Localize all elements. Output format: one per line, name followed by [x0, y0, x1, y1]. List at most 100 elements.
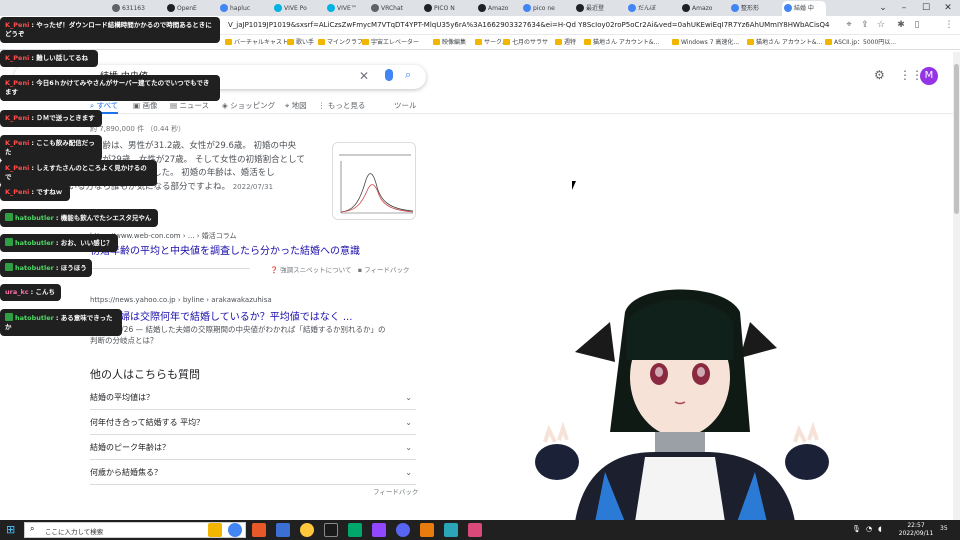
verified-check-icon: [5, 238, 13, 246]
bookmark-item[interactable]: バーチャルキャスト: [225, 37, 288, 48]
bookmark-label: 宇宙エレベーター: [371, 39, 420, 46]
tab-favicon-icon: [327, 4, 335, 12]
bookmark-item[interactable]: ASCII.jp：5000円以...: [825, 37, 896, 48]
chat-text: 機能も飲んでたシエスタ兄やん: [60, 214, 152, 222]
chat-message: hatobutler: ほうほう: [0, 259, 92, 277]
speaker-tray-icon[interactable]: ◖: [878, 525, 882, 533]
search-tab[interactable]: ⌖ 地図: [285, 100, 307, 112]
tab-favicon-icon: [371, 4, 379, 12]
windows-taskbar: ⊞ ⌕ ここに入力して検索 🎙 ◔ ◖ 22:57 2022/09/11 35: [0, 520, 960, 540]
snippet-thumbnail[interactable]: [332, 142, 416, 220]
folder-icon: [747, 39, 754, 45]
page-scrollbar[interactable]: [953, 52, 960, 520]
close-window-button[interactable]: ✕: [937, 0, 959, 16]
network-tray-icon[interactable]: ◔: [866, 525, 872, 533]
twitch-icon[interactable]: [372, 523, 386, 537]
app-icon[interactable]: [300, 523, 314, 537]
minimize-button[interactable]: –: [893, 0, 915, 16]
browser-tab[interactable]: Amazo: [476, 1, 524, 16]
app-icon[interactable]: [276, 523, 290, 537]
extensions-icon[interactable]: ✱: [894, 18, 908, 32]
bookmark-label: 七月のサラサ: [512, 39, 549, 46]
about-snippet-link[interactable]: 強調スニペットについて: [280, 266, 351, 274]
notification-count[interactable]: 35: [940, 525, 948, 532]
browser-tab[interactable]: VIVE™: [325, 1, 373, 16]
chevron-down-icon: ⌄: [405, 468, 412, 477]
obs-icon[interactable]: [324, 523, 338, 537]
app-icon[interactable]: [444, 523, 458, 537]
app-icon[interactable]: [348, 523, 362, 537]
bookmark-item[interactable]: 猫地さん アカウント&...: [584, 37, 659, 48]
paa-question[interactable]: 何年付き合って結婚する 平均？ ⌄: [90, 410, 416, 435]
tab-label: hapluc: [230, 5, 251, 12]
paa-feedback-link[interactable]: フィードバック: [373, 486, 418, 496]
app-icon[interactable]: [252, 523, 266, 537]
browser-tab[interactable]: だんぼ: [626, 1, 674, 16]
scrollbar-thumb[interactable]: [954, 64, 959, 214]
discord-icon[interactable]: [396, 523, 410, 537]
chat-message: K_Peni: ここも飲み配信だった: [0, 135, 102, 161]
chat-username: K_Peni: [5, 188, 30, 196]
paa-question[interactable]: 結婚の平均値は？ ⌄: [90, 385, 416, 410]
location-icon[interactable]: ⌖: [842, 18, 856, 32]
search-tab[interactable]: ⋮ もっと見る: [318, 100, 365, 112]
paa-question[interactable]: 何歳から結婚焦る？ ⌄: [90, 460, 416, 485]
tab-favicon-icon: [628, 4, 636, 12]
tab-favicon-icon: [682, 4, 690, 12]
taskbar-clock[interactable]: 22:57 2022/09/11: [896, 522, 936, 538]
folder-icon: [503, 39, 510, 45]
tab-label: VIVE™: [337, 5, 357, 12]
bookmark-item[interactable]: 映像編集: [433, 37, 466, 48]
browser-tab[interactable]: 結婚 中: [782, 1, 826, 16]
search-icon[interactable]: ⌕: [405, 67, 411, 83]
settings-gear-icon[interactable]: ⚙: [874, 68, 885, 82]
file-explorer-icon[interactable]: [208, 523, 222, 537]
chat-text: おお、いい感じ？: [60, 239, 113, 247]
mic-icon[interactable]: [385, 69, 393, 81]
search-tab-label: 地図: [291, 101, 307, 110]
browser-tab[interactable]: 最近登: [574, 1, 622, 16]
profile-avatar[interactable]: M: [920, 67, 938, 85]
bookmark-item[interactable]: 歌い手: [287, 37, 314, 48]
clock-date: 2022/09/11: [898, 530, 934, 537]
chevron-down-icon: ⌄: [405, 393, 412, 402]
bookmark-item[interactable]: 七月のサラサ: [503, 37, 548, 48]
windows-start-icon[interactable]: ⊞: [6, 524, 15, 536]
bookmark-item[interactable]: 宇宙エレベーター: [362, 37, 419, 48]
bookmark-label: 映像編集: [442, 39, 467, 46]
mic-tray-icon[interactable]: 🎙: [852, 525, 861, 533]
browser-tab[interactable]: Amazo: [680, 1, 728, 16]
share-icon[interactable]: ⇪: [858, 18, 872, 32]
thumbnail-chart-image: [333, 143, 415, 219]
sidepanel-icon[interactable]: ▯: [910, 18, 924, 32]
bookmark-item[interactable]: Windows 7 高速化...: [672, 37, 739, 48]
chat-text: 今日6ｈかけてみやさんがサーバー建てたのでいつでもできます: [5, 79, 210, 96]
more-icon: ⋮: [318, 101, 328, 110]
verified-check-icon: [5, 263, 13, 271]
tab-label: 結婚 中: [794, 5, 814, 12]
browser-tab[interactable]: 整形形: [729, 1, 777, 16]
clear-icon[interactable]: ✕: [359, 68, 369, 84]
vtuber-avatar-image: [535, 289, 829, 522]
browser-tab[interactable]: pico ne: [521, 1, 569, 16]
menu-icon[interactable]: ⋮: [942, 18, 956, 32]
maximize-button[interactable]: ☐: [915, 0, 937, 16]
bookmark-item[interactable]: 週特: [555, 37, 576, 48]
chat-message: K_Peni: 難しい話してるね: [0, 50, 98, 67]
address-input[interactable]: V_jaJP1019JP1019&sxsrf=ALiCzsZwFmycM7VTq…: [228, 19, 830, 32]
chevron-down-icon: ⌄: [405, 418, 412, 427]
browser-tab[interactable]: VRChat: [369, 1, 417, 16]
feedback-link[interactable]: フィードバック: [364, 266, 409, 274]
browser-tab[interactable]: VIVE Po: [272, 1, 320, 16]
chrome-icon[interactable]: [228, 523, 242, 537]
blender-icon[interactable]: [420, 523, 434, 537]
paa-question[interactable]: 結婚のピーク年齢は？ ⌄: [90, 435, 416, 460]
bookmark-star-icon[interactable]: ☆: [874, 18, 888, 32]
tab-search-button[interactable]: ⌄: [872, 0, 894, 16]
chat-username: hatobutler: [15, 264, 54, 272]
bookmark-item[interactable]: 猫地さん アカウント&...: [747, 37, 822, 48]
browser-tab[interactable]: PICO N: [422, 1, 470, 16]
snippet-date: 2022/07/31: [232, 182, 274, 191]
search-tab[interactable]: ツール: [394, 100, 417, 112]
app-icon[interactable]: [468, 523, 482, 537]
